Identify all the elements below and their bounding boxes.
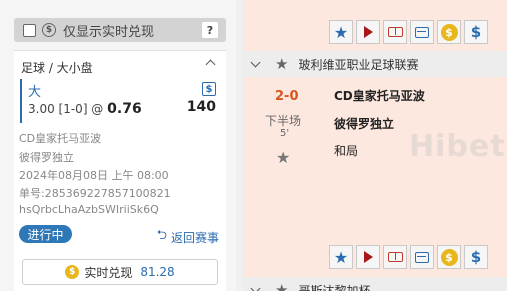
cashout-filter-toggle[interactable]: $ 仅显示实时兑现 ? xyxy=(14,18,226,42)
bet-card: 足球 / 大小盘 大 $ 3.00 [1-0] @ 0.76 140 CD皇家托… xyxy=(14,50,226,291)
dollar-coin-outline-icon: $ xyxy=(42,23,56,37)
cashout-value: 81.28 xyxy=(140,265,175,279)
gold-coin-icon: $ xyxy=(440,248,458,266)
draw-label[interactable]: 和局 xyxy=(334,142,358,159)
favorite-button[interactable]: ★ xyxy=(329,245,353,269)
play-button[interactable] xyxy=(356,245,380,269)
return-arrow-icon: ⮌ xyxy=(156,228,167,243)
home-team-name[interactable]: CD皇家托马亚波 xyxy=(334,87,425,104)
play-button[interactable] xyxy=(356,20,380,44)
cashout-coin-button[interactable]: $ xyxy=(437,245,461,269)
league-name: 哥斯达黎加杯 xyxy=(298,283,371,291)
market-title: 足球 / 大小盘 xyxy=(21,61,93,75)
chevron-down-icon[interactable] xyxy=(250,283,261,291)
field-icon xyxy=(387,252,403,262)
play-icon xyxy=(363,251,373,263)
list-icon xyxy=(415,26,429,38)
filter-checkbox[interactable] xyxy=(23,23,36,37)
field-button[interactable] xyxy=(383,20,407,44)
status-badge: 进行中 xyxy=(19,225,72,243)
dollar-icon: $ xyxy=(470,23,482,41)
bet-time: 2024年08月08日 上午 08:00 xyxy=(19,169,169,182)
ticket-number: 单号:285369227857100821 xyxy=(19,187,171,200)
away-team-name[interactable]: 彼得罗独立 xyxy=(334,115,394,132)
match-row: 2-0 下半场 5' ★ CD皇家托马亚波 彼得罗独立 和局 Hibet ★ $… xyxy=(243,77,507,277)
home-team: CD皇家托马亚波 xyxy=(19,132,102,145)
league-header-costa-rica[interactable]: ★ 哥斯达黎加杯 xyxy=(243,277,507,291)
stake-value: 140 xyxy=(186,99,216,115)
match-minute: 5' xyxy=(280,128,290,139)
line-text: 3.00 [1-0] @ xyxy=(28,102,104,116)
filter-label: 仅显示实时兑现 xyxy=(63,24,155,40)
star-icon[interactable]: ★ xyxy=(275,55,288,73)
chevron-down-icon[interactable] xyxy=(250,57,261,67)
list-icon xyxy=(415,251,429,263)
play-icon xyxy=(363,26,373,38)
event-actions-top: ★ $ $ xyxy=(329,20,491,44)
gold-coin-icon: $ xyxy=(65,265,80,279)
league-name: 玻利维亚职业足球联赛 xyxy=(298,57,419,72)
dollar-icon: $ xyxy=(202,82,216,96)
cashout-coin-button[interactable]: $ xyxy=(437,20,461,44)
away-team: 彼得罗独立 xyxy=(19,151,74,164)
watermark: Hibet xyxy=(409,129,506,164)
events-panel: ★ $ $ ★ 玻利维亚职业足球联赛 2-0 下半场 5' ★ CD皇家托马亚波… xyxy=(243,0,507,291)
favorite-button[interactable]: ★ xyxy=(329,20,353,44)
dollar-button[interactable]: $ xyxy=(464,245,488,269)
match-period: 下半场 xyxy=(265,114,302,128)
panel-divider xyxy=(236,0,243,291)
bet-slip-panel: $ 仅显示实时兑现 ? 足球 / 大小盘 大 $ 3.00 [1-0] @ 0.… xyxy=(0,0,236,291)
star-icon[interactable]: ★ xyxy=(275,281,288,291)
event-row-top: ★ $ $ xyxy=(243,0,507,51)
match-score: 2-0 xyxy=(275,89,299,104)
field-icon xyxy=(387,27,403,37)
dollar-button[interactable]: $ xyxy=(464,20,488,44)
star-icon[interactable]: ★ xyxy=(276,148,290,167)
dollar-icon: $ xyxy=(470,248,482,266)
cashout-button[interactable]: $ 实时兑现 81.28 xyxy=(22,259,218,285)
help-button[interactable]: ? xyxy=(202,22,218,38)
return-label: 返回赛事 xyxy=(170,230,219,245)
bet-code: hsQrbcLhaAzbSWIriiSk6Q xyxy=(19,203,159,216)
chevron-up-icon[interactable] xyxy=(205,59,216,70)
league-header-bolivia[interactable]: ★ 玻利维亚职业足球联赛 xyxy=(243,51,507,77)
cashout-label: 实时兑现 xyxy=(84,265,133,280)
stats-button[interactable] xyxy=(410,245,434,269)
star-icon: ★ xyxy=(333,22,349,42)
star-icon: ★ xyxy=(333,247,349,267)
stats-button[interactable] xyxy=(410,20,434,44)
selection-box: 大 $ 3.00 [1-0] @ 0.76 140 xyxy=(20,79,220,123)
field-button[interactable] xyxy=(383,245,407,269)
selection-name: 大 xyxy=(28,85,42,100)
selection-line: 3.00 [1-0] @ 0.76 xyxy=(28,101,142,117)
return-to-event-link[interactable]: ⮌ 返回赛事 xyxy=(157,226,219,248)
odds-value: 0.76 xyxy=(107,101,142,117)
event-actions-bottom: ★ $ $ xyxy=(329,245,491,269)
gold-coin-icon: $ xyxy=(440,23,458,41)
